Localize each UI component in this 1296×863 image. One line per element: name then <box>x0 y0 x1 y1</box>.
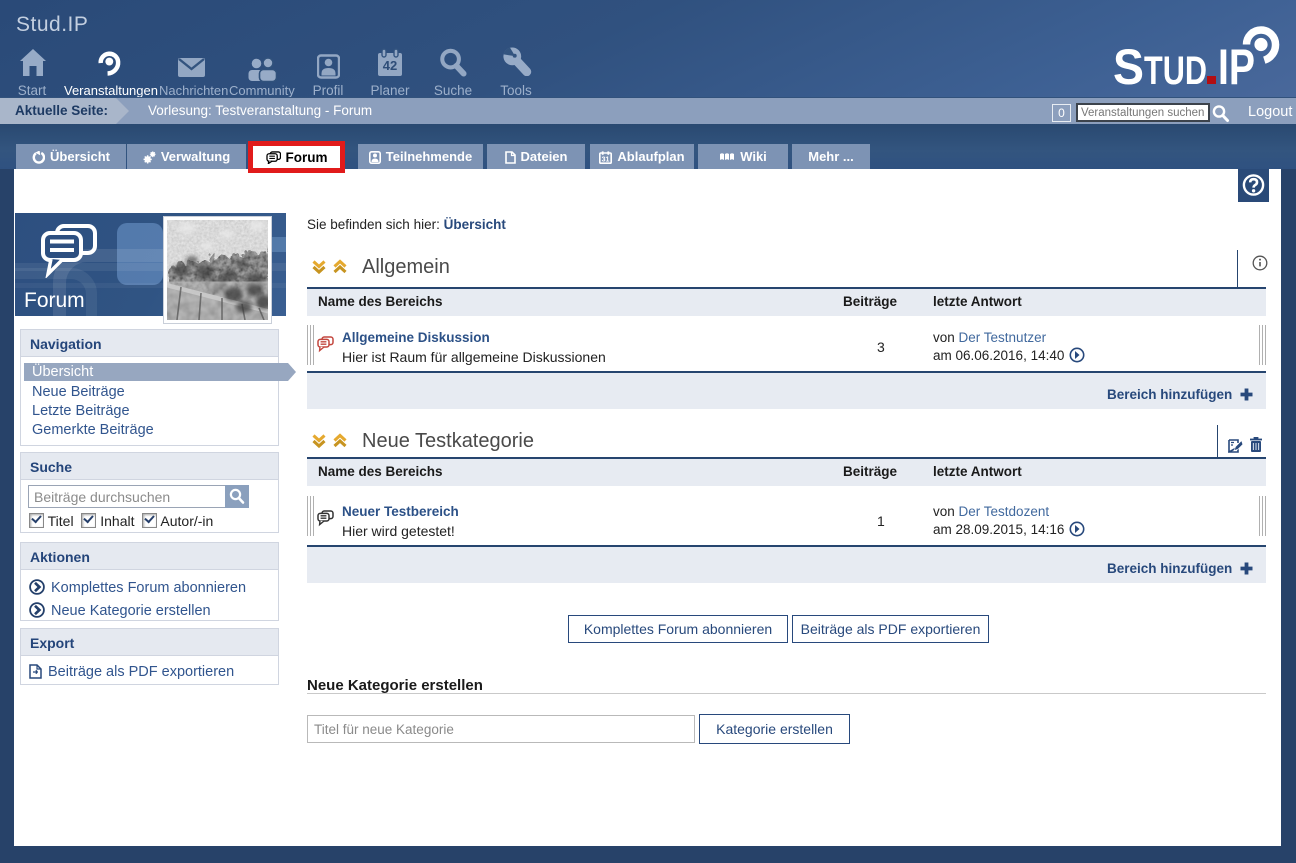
svg-text:S: S <box>1113 39 1144 90</box>
svg-text:TUD: TUD <box>1144 49 1207 90</box>
svg-text:31: 31 <box>602 157 610 164</box>
svg-text:42: 42 <box>383 58 397 73</box>
svg-text:IP: IP <box>1218 39 1255 90</box>
